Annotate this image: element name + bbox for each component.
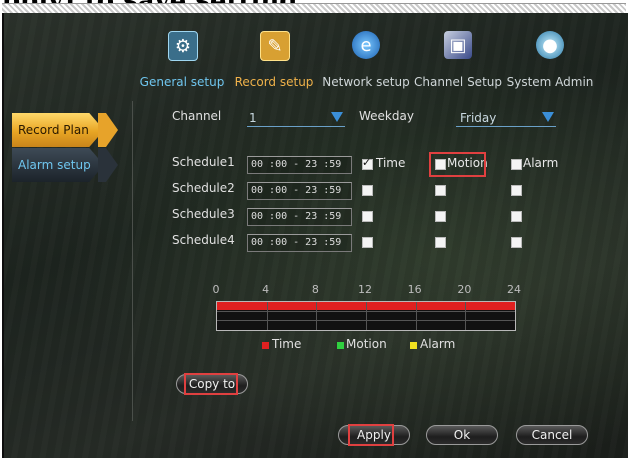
timeline-tick-label: 24 [507, 283, 521, 296]
cancel-button[interactable]: Cancel [516, 425, 588, 445]
schedule-time-field[interactable]: 00 :00 - 23 :59 [247, 156, 352, 174]
time-checkbox-label: Time [376, 156, 406, 170]
tab-channel-setup[interactable]: ▣ Channel Setup [408, 31, 508, 111]
timeline-tick-label: 0 [212, 283, 220, 296]
weekday-value: Friday [460, 111, 497, 125]
ok-button[interactable]: Ok [426, 425, 498, 445]
legend-alarm-label: Alarm [420, 337, 456, 351]
timeline-tick-label: 8 [311, 283, 319, 296]
legend-motion-swatch [337, 342, 344, 349]
tab-general-setup[interactable]: ⚙ General setup [132, 31, 232, 111]
schedule-label: Schedule4 [172, 233, 235, 247]
schedule-motion-checkbox[interactable] [435, 237, 446, 248]
timeline-tick-label: 16 [407, 283, 422, 296]
top-nav: ⚙ General setup ✎ Record setup e Network… [132, 31, 602, 111]
schedule-time-checkbox[interactable] [362, 185, 373, 196]
channel-label: Channel [172, 109, 222, 123]
apply-highlight-box [348, 424, 394, 446]
system-admin-icon: ● [536, 31, 564, 59]
schedule-label: Schedule1 [172, 155, 235, 169]
record-setup-window: ⚙ General setup ✎ Record setup e Network… [2, 13, 628, 458]
timeline-tick-label: 20 [457, 283, 472, 296]
schedule-time-field[interactable]: 00 :00 - 23 :59 [247, 182, 352, 200]
weekday-label: Weekday [359, 109, 414, 123]
timeline-tick-label: 12 [358, 283, 372, 296]
tab-network-setup[interactable]: e Network setup [316, 31, 416, 111]
legend-time-label: Time [272, 337, 302, 351]
tab-system-admin-label: System Admin [506, 75, 594, 89]
timeline-hour-divider [366, 302, 367, 330]
schedule-alarm-checkbox[interactable] [511, 185, 522, 196]
sidebar-arrow [98, 148, 118, 182]
general-setup-icon: ⚙ [168, 31, 198, 61]
timeline-ticks: 0 4 8 12 16 20 24 [212, 283, 522, 297]
timeline-hour-divider [316, 302, 318, 330]
record-setup-icon: ✎ [260, 31, 290, 61]
sidebar-item-alarm-setup[interactable]: Alarm setup [12, 148, 120, 182]
tab-network-setup-label: Network setup [322, 75, 410, 89]
schedule-time-field[interactable]: 00 :00 - 23 :59 [247, 208, 352, 226]
timeline-hour-divider [266, 302, 268, 330]
sidebar-divider [132, 101, 133, 421]
schedule-motion-checkbox[interactable] [435, 185, 446, 196]
timeline-hour-divider [415, 302, 417, 330]
tab-system-admin[interactable]: ● System Admin [500, 31, 600, 111]
sidebar-item-label: Record Plan [18, 123, 89, 137]
schedule-time-field[interactable]: 00 :00 - 23 :59 [247, 234, 352, 252]
schedule-alarm-checkbox[interactable] [511, 159, 522, 170]
copy-to-highlight-box [184, 373, 238, 395]
schedule-motion-checkbox[interactable] [435, 211, 446, 222]
legend-alarm-swatch [410, 342, 417, 349]
weekday-select[interactable]: Friday [456, 110, 556, 127]
channel-select[interactable]: 1 [247, 110, 345, 127]
timeline-hour-divider [465, 302, 467, 330]
channel-setup-icon: ▣ [444, 31, 472, 59]
tab-general-setup-label: General setup [139, 75, 225, 89]
schedule-time-checkbox[interactable] [362, 237, 373, 248]
sidebar-item-record-plan[interactable]: Record Plan [12, 113, 120, 147]
tab-channel-setup-label: Channel Setup [413, 75, 502, 89]
tab-record-setup[interactable]: ✎ Record setup [224, 31, 324, 111]
chevron-down-icon [331, 112, 343, 122]
schedule-alarm-checkbox[interactable] [511, 237, 522, 248]
alarm-checkbox-label: Alarm [523, 156, 559, 170]
schedule-alarm-checkbox[interactable] [511, 211, 522, 222]
schedule-label: Schedule3 [172, 207, 235, 221]
network-setup-icon: e [352, 31, 380, 59]
schedule-time-checkbox[interactable] [362, 156, 373, 170]
tab-record-setup-label: Record setup [234, 75, 314, 89]
channel-value: 1 [249, 111, 257, 125]
schedule-label: Schedule2 [172, 181, 235, 195]
timeline-tick-label: 4 [262, 283, 270, 296]
chevron-down-icon [542, 112, 554, 122]
schedule-time-checkbox[interactable] [362, 211, 373, 222]
schedule-timeline [216, 301, 516, 331]
sidebar-item-label: Alarm setup [18, 158, 91, 172]
legend-time-swatch [262, 342, 269, 349]
legend-motion-label: Motion [346, 337, 387, 351]
sidebar-arrow [98, 113, 118, 147]
motion-highlight-box [429, 152, 486, 177]
